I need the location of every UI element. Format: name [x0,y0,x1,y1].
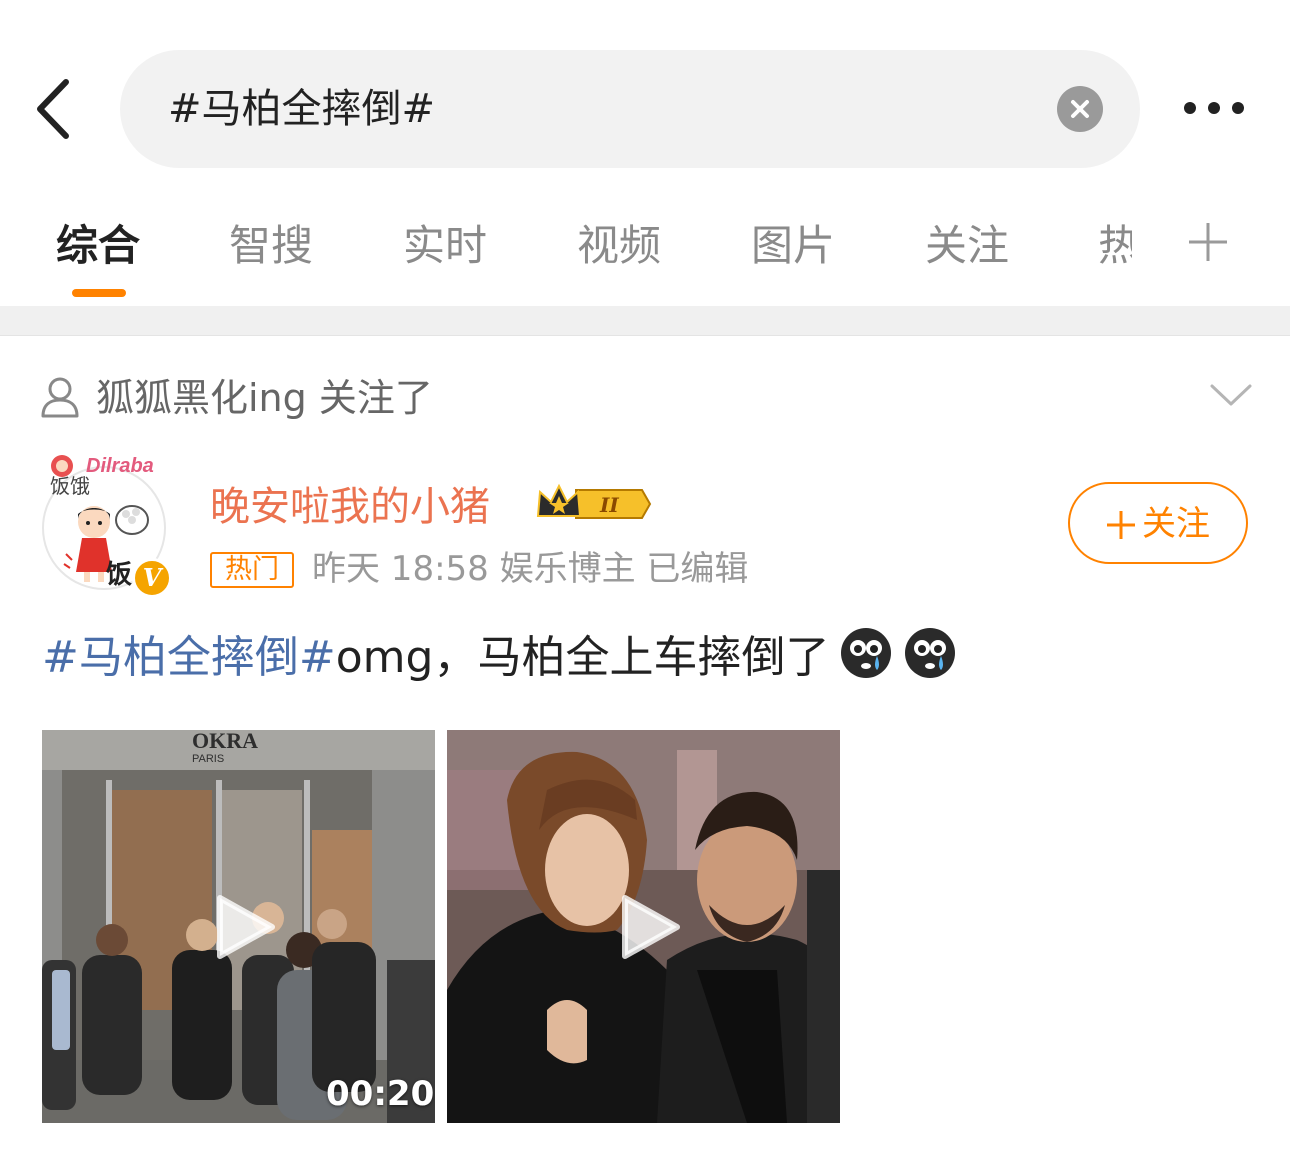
follow-button-label: 关注 [1142,504,1210,544]
post-hashtag-link[interactable]: #马柏全摔倒# [42,632,336,683]
back-arrow-icon [37,79,69,139]
post-meta-text: 昨天 18:58 娱乐博主 已编辑 [312,549,749,589]
plus-icon [1107,511,1135,539]
avatar-corner-text: 饭 [106,560,133,590]
tab-pictures[interactable]: 图片 [751,218,835,274]
tab-following[interactable]: 关注 [925,218,1009,274]
svg-text:Dilraba: Dilraba [86,455,154,477]
play-icon [217,895,275,959]
search-input[interactable]: #马柏全摔倒# [168,80,435,138]
hot-badge: 热门 [210,552,294,588]
active-tab-indicator [72,289,126,297]
person-icon [41,377,79,418]
video-thumbnail-1[interactable]: OKRA PARIS 00:20 [42,730,435,1123]
crown-icon: II [536,483,652,519]
svg-text:PARIS: PARIS [192,753,224,765]
play-icon [622,895,680,959]
tab-smart-search[interactable]: 智搜 [229,218,313,274]
more-button[interactable] [1170,88,1260,128]
avatar[interactable]: Dilraba 饭饿 饭 V [42,452,172,598]
author-name[interactable]: 晚安啦我的小猪 [210,480,490,534]
section-divider [0,306,1290,336]
tab-bar: 综合 智搜 实时 视频 图片 关注 热 [0,190,1290,306]
tab-realtime[interactable]: 实时 [403,218,487,274]
back-button[interactable] [30,74,80,144]
svg-text:II: II [599,493,619,517]
chevron-down-icon [1210,384,1252,406]
top-bar: #马柏全摔倒# [0,0,1290,190]
tab-video[interactable]: 视频 [577,218,661,274]
add-tab-button[interactable] [1186,220,1230,264]
post-body-text: omg，马柏全上车摔倒了 [335,632,830,683]
tab-hot[interactable]: 热 [1098,218,1132,274]
avatar-side-text: 饭饿 [50,474,90,498]
follow-button[interactable]: 关注 [1068,482,1248,564]
post-options-button[interactable] [1208,380,1254,410]
follow-notice-text: 狐狐黑化ing 关注了 [96,376,433,420]
crying-emoji-icon [841,628,892,678]
more-icon [1184,102,1244,114]
video-thumbnail-2[interactable] [447,730,840,1123]
verified-icon: V [132,558,172,598]
tab-comprehensive[interactable]: 综合 [56,218,140,274]
search-box[interactable]: #马柏全摔倒# [120,50,1140,168]
clear-search-button[interactable] [1057,86,1103,132]
plus-icon [1189,223,1227,261]
post-text: #马柏全摔倒#omg，马柏全上车摔倒了 [42,626,957,690]
svg-text:OKRA: OKRA [192,730,258,753]
video-duration: 00:20 [326,1074,435,1114]
clear-icon [1071,100,1089,118]
follow-notice: 狐狐黑化ing 关注了 [0,338,1290,438]
crying-emoji-icon [905,628,956,678]
